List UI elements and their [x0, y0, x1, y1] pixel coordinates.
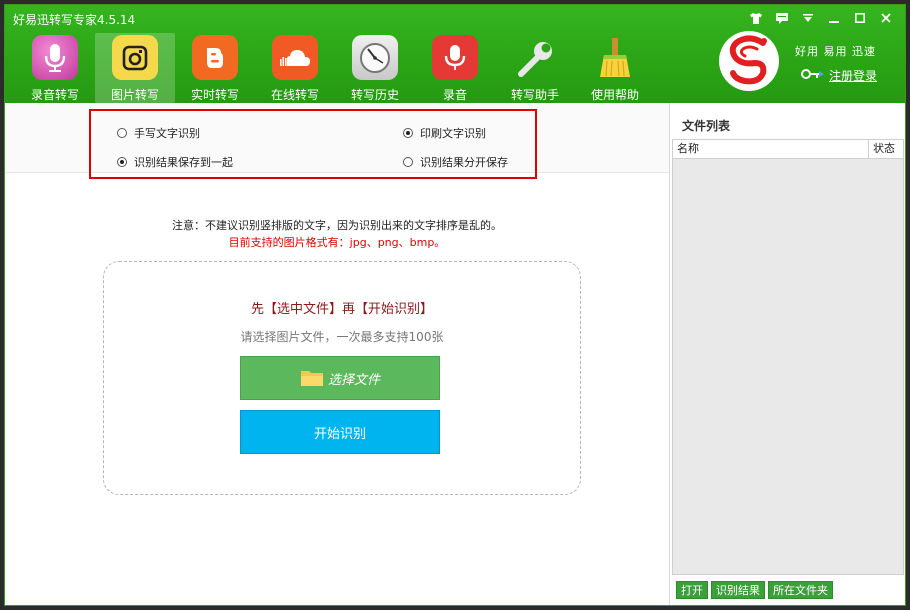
key-icon [801, 68, 825, 83]
camera-icon [112, 35, 158, 80]
close-icon[interactable] [873, 8, 899, 28]
open-button[interactable]: 打开 [676, 581, 708, 599]
tool-label: 实时转写 [190, 88, 239, 102]
window-controls [743, 8, 899, 28]
radio-label: 识别结果分开保存 [420, 156, 508, 169]
file-list-title: 文件列表 [682, 119, 731, 133]
radio-button [403, 128, 413, 138]
select-file-button[interactable]: 选择文件 [240, 356, 440, 400]
title-bar: 好易迅转写专家4.5.14 [5, 5, 905, 31]
supported-formats: 目前支持的图片格式有：jpg、png、bmp。 [228, 236, 446, 249]
column-header-status[interactable]: 状态 [869, 140, 903, 158]
maximize-icon[interactable] [847, 8, 873, 28]
start-recognition-button[interactable]: 开始识别 [240, 410, 440, 454]
wrench-icon [512, 35, 558, 80]
main-toolbar: 录音转写 图片转写 实时转写 在线转写 转写历史 录音 转写助手 使用帮助 [15, 33, 655, 103]
tool-audio-transcribe[interactable]: 录音转写 [15, 33, 95, 103]
file-list-panel: 文件列表 名称 状态 打开 识别结果 所在文件夹 [669, 103, 905, 605]
folder-icon [300, 369, 324, 387]
recognition-options: 手写文字识别 印刷文字识别 识别结果保存到一起 识别结果分开保存 [89, 109, 537, 179]
blogger-icon [192, 35, 238, 80]
microphone-icon [32, 35, 78, 80]
message-icon[interactable] [769, 8, 795, 28]
table-header: 名称 状态 [673, 140, 903, 159]
main-panel: 手写文字识别 印刷文字识别 识别结果保存到一起 识别结果分开保存 注意：不建议识… [5, 103, 669, 605]
tool-label: 使用帮助 [590, 88, 639, 102]
shirt-icon[interactable] [743, 8, 769, 28]
tool-label: 转写历史 [350, 88, 399, 102]
dropdown-icon[interactable] [795, 8, 821, 28]
file-drop-zone[interactable]: 先【选中文件】再【开始识别】 请选择图片文件，一次最多支持100张 选择文件 开… [103, 261, 581, 495]
radio-label: 手写文字识别 [134, 127, 200, 140]
file-list-table[interactable]: 名称 状态 [672, 139, 904, 575]
radio-printed[interactable]: 印刷文字识别 [403, 125, 486, 141]
radio-label: 识别结果保存到一起 [134, 156, 233, 169]
radio-save-separately[interactable]: 识别结果分开保存 [403, 154, 508, 170]
tool-label: 图片转写 [110, 88, 159, 102]
tool-realtime-transcribe[interactable]: 实时转写 [175, 33, 255, 103]
cloud-icon [272, 35, 318, 80]
radio-button [117, 128, 127, 138]
tool-label: 转写助手 [510, 88, 559, 102]
result-button[interactable]: 识别结果 [711, 581, 765, 599]
register-link[interactable]: 注册登录 [801, 67, 877, 84]
file-actions: 打开 识别结果 所在文件夹 [676, 581, 836, 599]
tool-image-transcribe[interactable]: 图片转写 [95, 33, 175, 103]
radio-handwriting[interactable]: 手写文字识别 [117, 125, 200, 141]
select-file-label: 选择文件 [327, 372, 380, 388]
app-window: 好易迅转写专家4.5.14 录音转写 图片转写 实时转写 在线转写 转写历史 录… [4, 4, 906, 606]
register-label: 注册登录 [829, 69, 878, 83]
radio-save-together[interactable]: 识别结果保存到一起 [117, 154, 233, 170]
clock-icon [352, 35, 398, 80]
radio-button [117, 157, 127, 167]
tool-label: 录音 [442, 88, 467, 102]
tool-label: 在线转写 [270, 88, 319, 102]
file-limit-hint: 请选择图片文件，一次最多支持100张 [240, 330, 444, 344]
brand-logo [717, 29, 781, 93]
open-folder-button[interactable]: 所在文件夹 [768, 581, 833, 599]
tool-online-transcribe[interactable]: 在线转写 [255, 33, 335, 103]
app-title: 好易迅转写专家4.5.14 [13, 13, 136, 27]
tool-help[interactable]: 使用帮助 [575, 33, 655, 103]
broom-icon [592, 35, 638, 80]
radio-label: 印刷文字识别 [420, 127, 486, 140]
tool-assistant[interactable]: 转写助手 [495, 33, 575, 103]
minimize-icon[interactable] [821, 8, 847, 28]
brand-slogan: 好用 易用 迅速 [795, 45, 876, 58]
mic-record-icon [432, 35, 478, 80]
notice-text: 注意：不建议识别竖排版的文字，因为识别出来的文字排序是乱的。 [172, 219, 502, 232]
column-header-name[interactable]: 名称 [673, 140, 869, 158]
top-banner: 好易迅转写专家4.5.14 录音转写 图片转写 实时转写 在线转写 转写历史 录… [5, 5, 905, 103]
step-instruction: 先【选中文件】再【开始识别】 [250, 302, 433, 317]
tool-history[interactable]: 转写历史 [335, 33, 415, 103]
tool-label: 录音转写 [30, 88, 79, 102]
tool-record[interactable]: 录音 [415, 33, 495, 103]
radio-button [403, 157, 413, 167]
